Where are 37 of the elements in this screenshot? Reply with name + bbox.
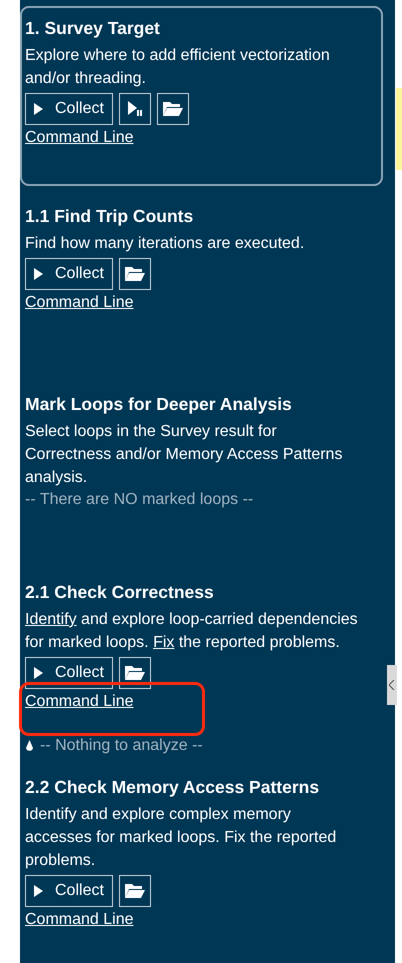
step-description: Select loops in the Survey result for Correctness and/or Memory Access Patterns analysis. bbox=[25, 422, 344, 488]
command-line-link[interactable]: Command Line bbox=[25, 693, 134, 710]
command-line-link[interactable]: Command Line bbox=[25, 911, 134, 928]
step-description: Identify and explore loop-carried dependencies for marked loops. Fix the reported problems. bbox=[25, 610, 359, 653]
command-line-link[interactable]: Command Line bbox=[25, 129, 134, 146]
collect-button[interactable]: Collect bbox=[25, 875, 113, 907]
step-title: 2.1 Check Correctness bbox=[25, 582, 215, 603]
open-folder-button[interactable] bbox=[118, 657, 151, 689]
inline-link[interactable]: Fix bbox=[153, 634, 174, 651]
play-icon bbox=[34, 103, 43, 115]
step-description: Identify and explore complex memory accesses for marked loops. Fix the reported problems. bbox=[25, 805, 338, 871]
collect-button[interactable]: Collect bbox=[25, 93, 113, 125]
open-folder-button[interactable] bbox=[118, 875, 151, 907]
inline-link[interactable]: Identify bbox=[25, 611, 77, 628]
step-description: Find how many iterations are executed. bbox=[25, 234, 306, 254]
step-title: Mark Loops for Deeper Analysis bbox=[25, 394, 293, 415]
status-note: -- Nothing to analyze -- bbox=[40, 737, 203, 755]
play-pause-icon bbox=[126, 101, 143, 117]
start-paused-button[interactable] bbox=[118, 93, 151, 125]
collect-button[interactable]: Collect bbox=[25, 657, 113, 689]
status-note: -- There are NO marked loops -- bbox=[25, 491, 254, 509]
step-title: 1. Survey Target bbox=[25, 18, 161, 39]
folder-icon bbox=[162, 101, 184, 117]
folder-icon bbox=[124, 266, 146, 282]
command-line-link[interactable]: Command Line bbox=[25, 294, 134, 311]
step-description: Explore where to add efficient vectorization and/or threading. bbox=[25, 46, 331, 89]
step-title: 2.2 Check Memory Access Patterns bbox=[25, 777, 320, 798]
folder-icon bbox=[124, 883, 146, 899]
play-icon bbox=[34, 268, 43, 280]
collect-button[interactable]: Collect bbox=[25, 258, 113, 290]
play-icon bbox=[34, 885, 43, 897]
collapse-handle[interactable] bbox=[387, 665, 397, 705]
step-title: 1.1 Find Trip Counts bbox=[25, 206, 194, 227]
open-folder-button[interactable] bbox=[156, 93, 189, 125]
play-icon bbox=[34, 667, 43, 679]
open-folder-button[interactable] bbox=[118, 258, 151, 290]
folder-icon bbox=[124, 665, 146, 681]
